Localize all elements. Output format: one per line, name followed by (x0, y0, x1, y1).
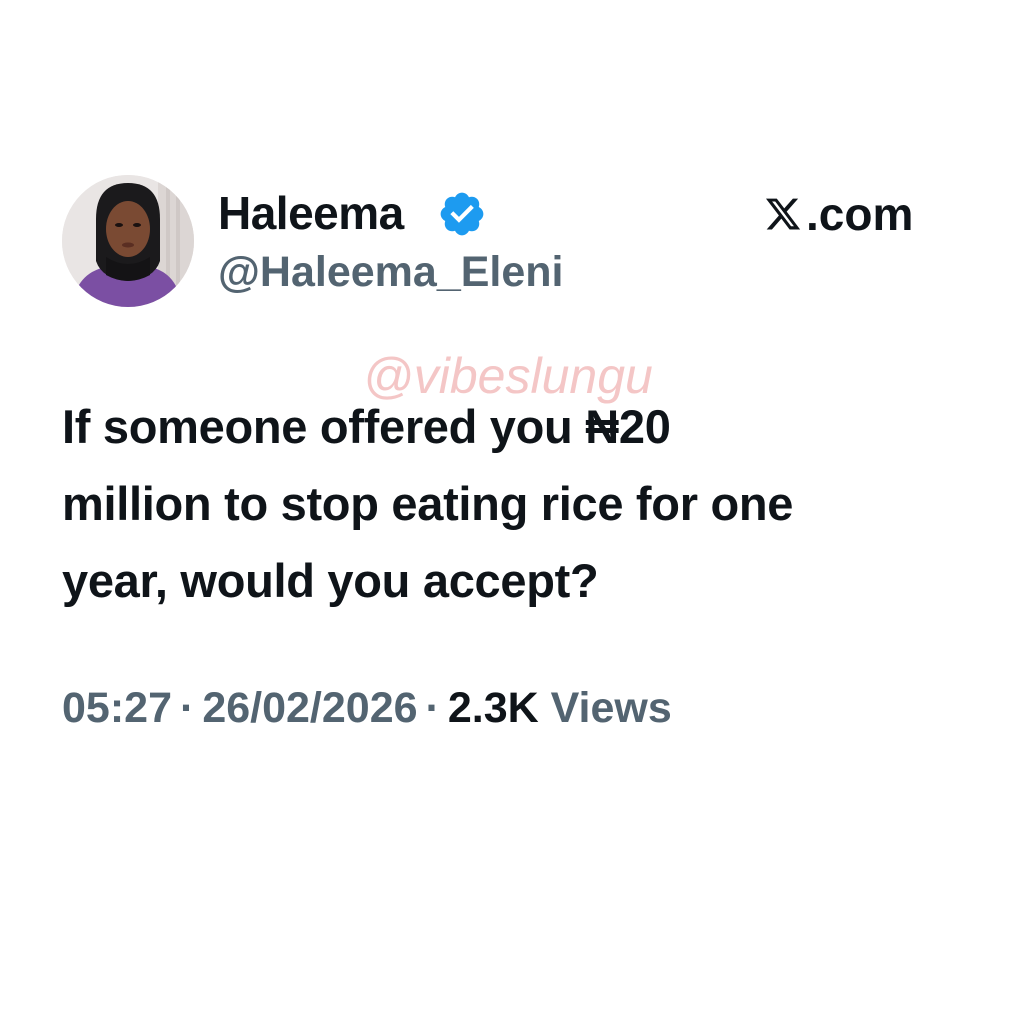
brand: .com (764, 186, 913, 242)
brand-domain: .com (806, 188, 914, 240)
views-count: 2.3K (447, 684, 539, 732)
tweet-meta: 05:27 · 26/02/2026 · 2.3K Views (62, 680, 672, 736)
display-name[interactable]: Haleema (218, 186, 404, 240)
tweet-line: year, would you accept? (62, 554, 599, 607)
separator: · (179, 684, 195, 732)
tweet-date[interactable]: 26/02/2026 (202, 684, 417, 732)
x-logo-icon (765, 198, 801, 230)
views-label: Views (550, 684, 672, 732)
verified-badge-icon (440, 192, 484, 236)
tweet-text: If someone offered you ₦20 million to st… (62, 388, 962, 619)
tweet-line: million to stop eating rice for one (62, 477, 794, 530)
avatar[interactable] (62, 175, 194, 307)
separator: · (425, 684, 440, 732)
avatar-photo (62, 175, 194, 307)
tweet-line: If someone offered you ₦20 (62, 400, 671, 453)
user-handle[interactable]: @Haleema_Eleni (218, 246, 564, 298)
tweet-time[interactable]: 05:27 (62, 684, 172, 732)
